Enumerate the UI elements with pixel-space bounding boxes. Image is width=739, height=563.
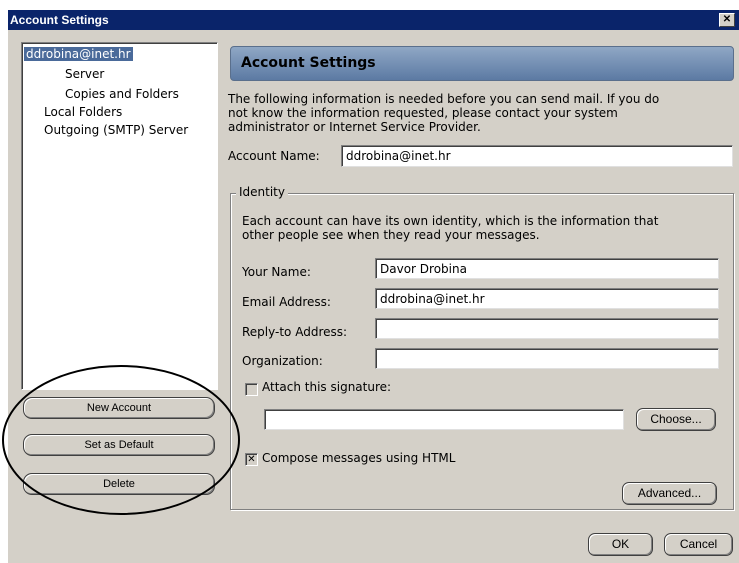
title-bar: Account Settings ✕	[8, 10, 739, 30]
reply-to-input[interactable]	[375, 318, 719, 339]
identity-desc-1: Each account can have its own identity, …	[242, 214, 659, 228]
account-name-label: Account Name:	[228, 149, 320, 163]
choose-button[interactable]: Choose...	[636, 408, 716, 431]
reply-to-label: Reply-to Address:	[242, 325, 348, 339]
compose-html-label: Compose messages using HTML	[262, 451, 456, 465]
advanced-button[interactable]: Advanced...	[622, 482, 717, 505]
tree-item-account[interactable]: ddrobina@inet.hr	[24, 47, 133, 61]
organization-input[interactable]	[375, 348, 719, 369]
intro-text-3: administrator or Internet Service Provid…	[228, 120, 481, 134]
your-name-input[interactable]: Davor Drobina	[375, 258, 719, 279]
window-title: Account Settings	[10, 13, 109, 27]
tree-item-server[interactable]: Server	[65, 67, 104, 81]
tree-item-copies-folders[interactable]: Copies and Folders	[65, 87, 179, 101]
account-tree[interactable]: ddrobina@inet.hr Server Copies and Folde…	[21, 42, 218, 390]
intro-text-2: not know the information requested, plea…	[228, 106, 618, 120]
identity-legend: Identity	[236, 185, 288, 199]
email-address-input[interactable]: ddrobina@inet.hr	[375, 288, 719, 309]
close-icon[interactable]: ✕	[719, 13, 735, 27]
signature-file-input[interactable]	[264, 409, 624, 430]
panel-header: Account Settings	[230, 46, 734, 81]
panel-title: Account Settings	[241, 55, 376, 71]
attach-signature-label: Attach this signature:	[262, 380, 392, 394]
ok-button[interactable]: OK	[588, 533, 653, 556]
cancel-button[interactable]: Cancel	[664, 533, 733, 556]
organization-label: Organization:	[242, 354, 323, 368]
new-account-button[interactable]: New Account	[23, 397, 215, 419]
email-address-label: Email Address:	[242, 295, 331, 309]
delete-button[interactable]: Delete	[23, 473, 215, 495]
intro-text-1: The following information is needed befo…	[228, 92, 660, 106]
attach-signature-checkbox[interactable]	[245, 383, 258, 396]
identity-desc-2: other people see when they read your mes…	[242, 228, 540, 242]
set-as-default-button[interactable]: Set as Default	[23, 434, 215, 456]
tree-item-outgoing-server[interactable]: Outgoing (SMTP) Server	[44, 123, 188, 137]
tree-item-local-folders[interactable]: Local Folders	[44, 105, 122, 119]
account-name-input[interactable]: ddrobina@inet.hr	[341, 145, 733, 167]
your-name-label: Your Name:	[242, 265, 311, 279]
compose-html-checkbox[interactable]: ✕	[245, 453, 258, 466]
